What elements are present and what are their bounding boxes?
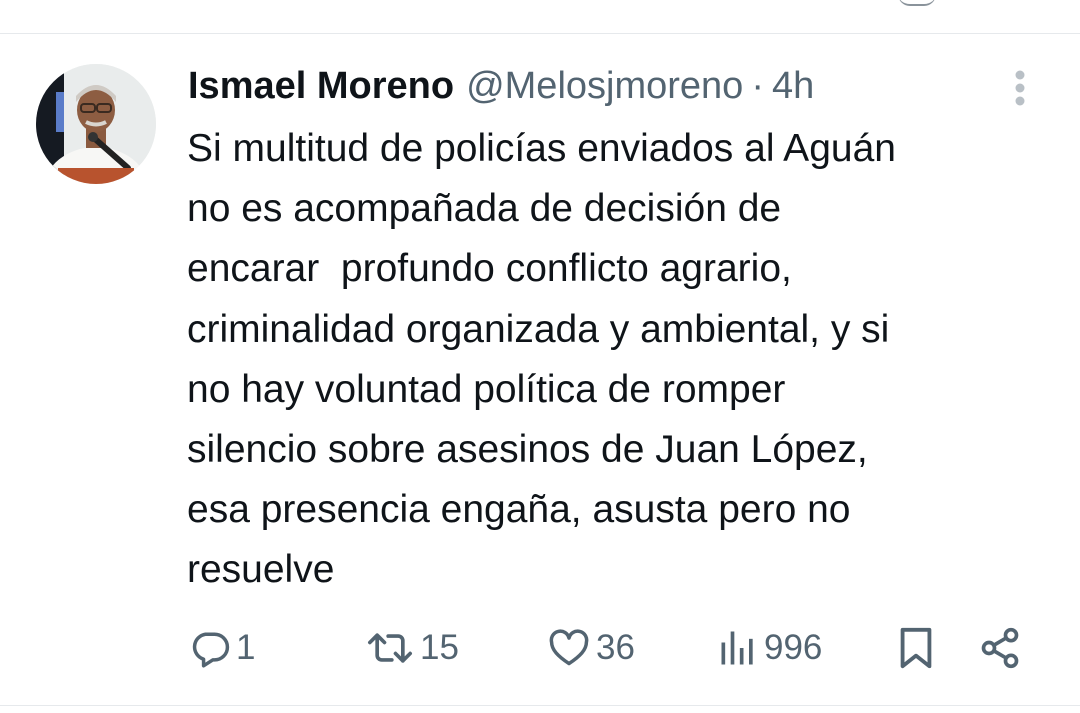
reply-icon: [192, 632, 230, 668]
avatar[interactable]: [36, 64, 156, 184]
avatar-photo: [36, 64, 156, 184]
tweet-text: Si multitud de policías enviados al Aguá…: [187, 127, 896, 592]
dot-separator: ·: [751, 65, 764, 107]
action-bar: 1 15 36 996: [0, 620, 1080, 676]
heart-icon: [549, 629, 589, 666]
bottom-divider: [0, 705, 1080, 706]
repost-icon: [368, 633, 412, 663]
like-button[interactable]: 36: [546, 620, 635, 676]
tweet-header: Ismael Moreno @Melosjmoreno · 4h: [188, 60, 814, 112]
repost-count: 15: [420, 628, 459, 667]
top-divider: [0, 33, 1080, 34]
share-icon: [981, 627, 1019, 669]
repost-button[interactable]: 15: [364, 620, 459, 676]
views-button[interactable]: 996: [716, 620, 822, 676]
like-count: 36: [596, 628, 635, 667]
timestamp[interactable]: 4h: [772, 60, 814, 112]
bookmark-button[interactable]: [896, 620, 936, 676]
reply-button[interactable]: 1: [188, 620, 255, 676]
previous-post-edge: [898, 0, 936, 6]
reply-count: 1: [236, 628, 256, 667]
bookmark-icon: [900, 627, 932, 669]
share-button[interactable]: [978, 620, 1022, 676]
views-count: 996: [764, 628, 823, 667]
author-name[interactable]: Ismael Moreno: [188, 60, 454, 112]
more-vertical-icon[interactable]: [1002, 66, 1038, 112]
author-handle[interactable]: @Melosjmoreno: [466, 60, 743, 112]
views-icon: [721, 631, 753, 665]
